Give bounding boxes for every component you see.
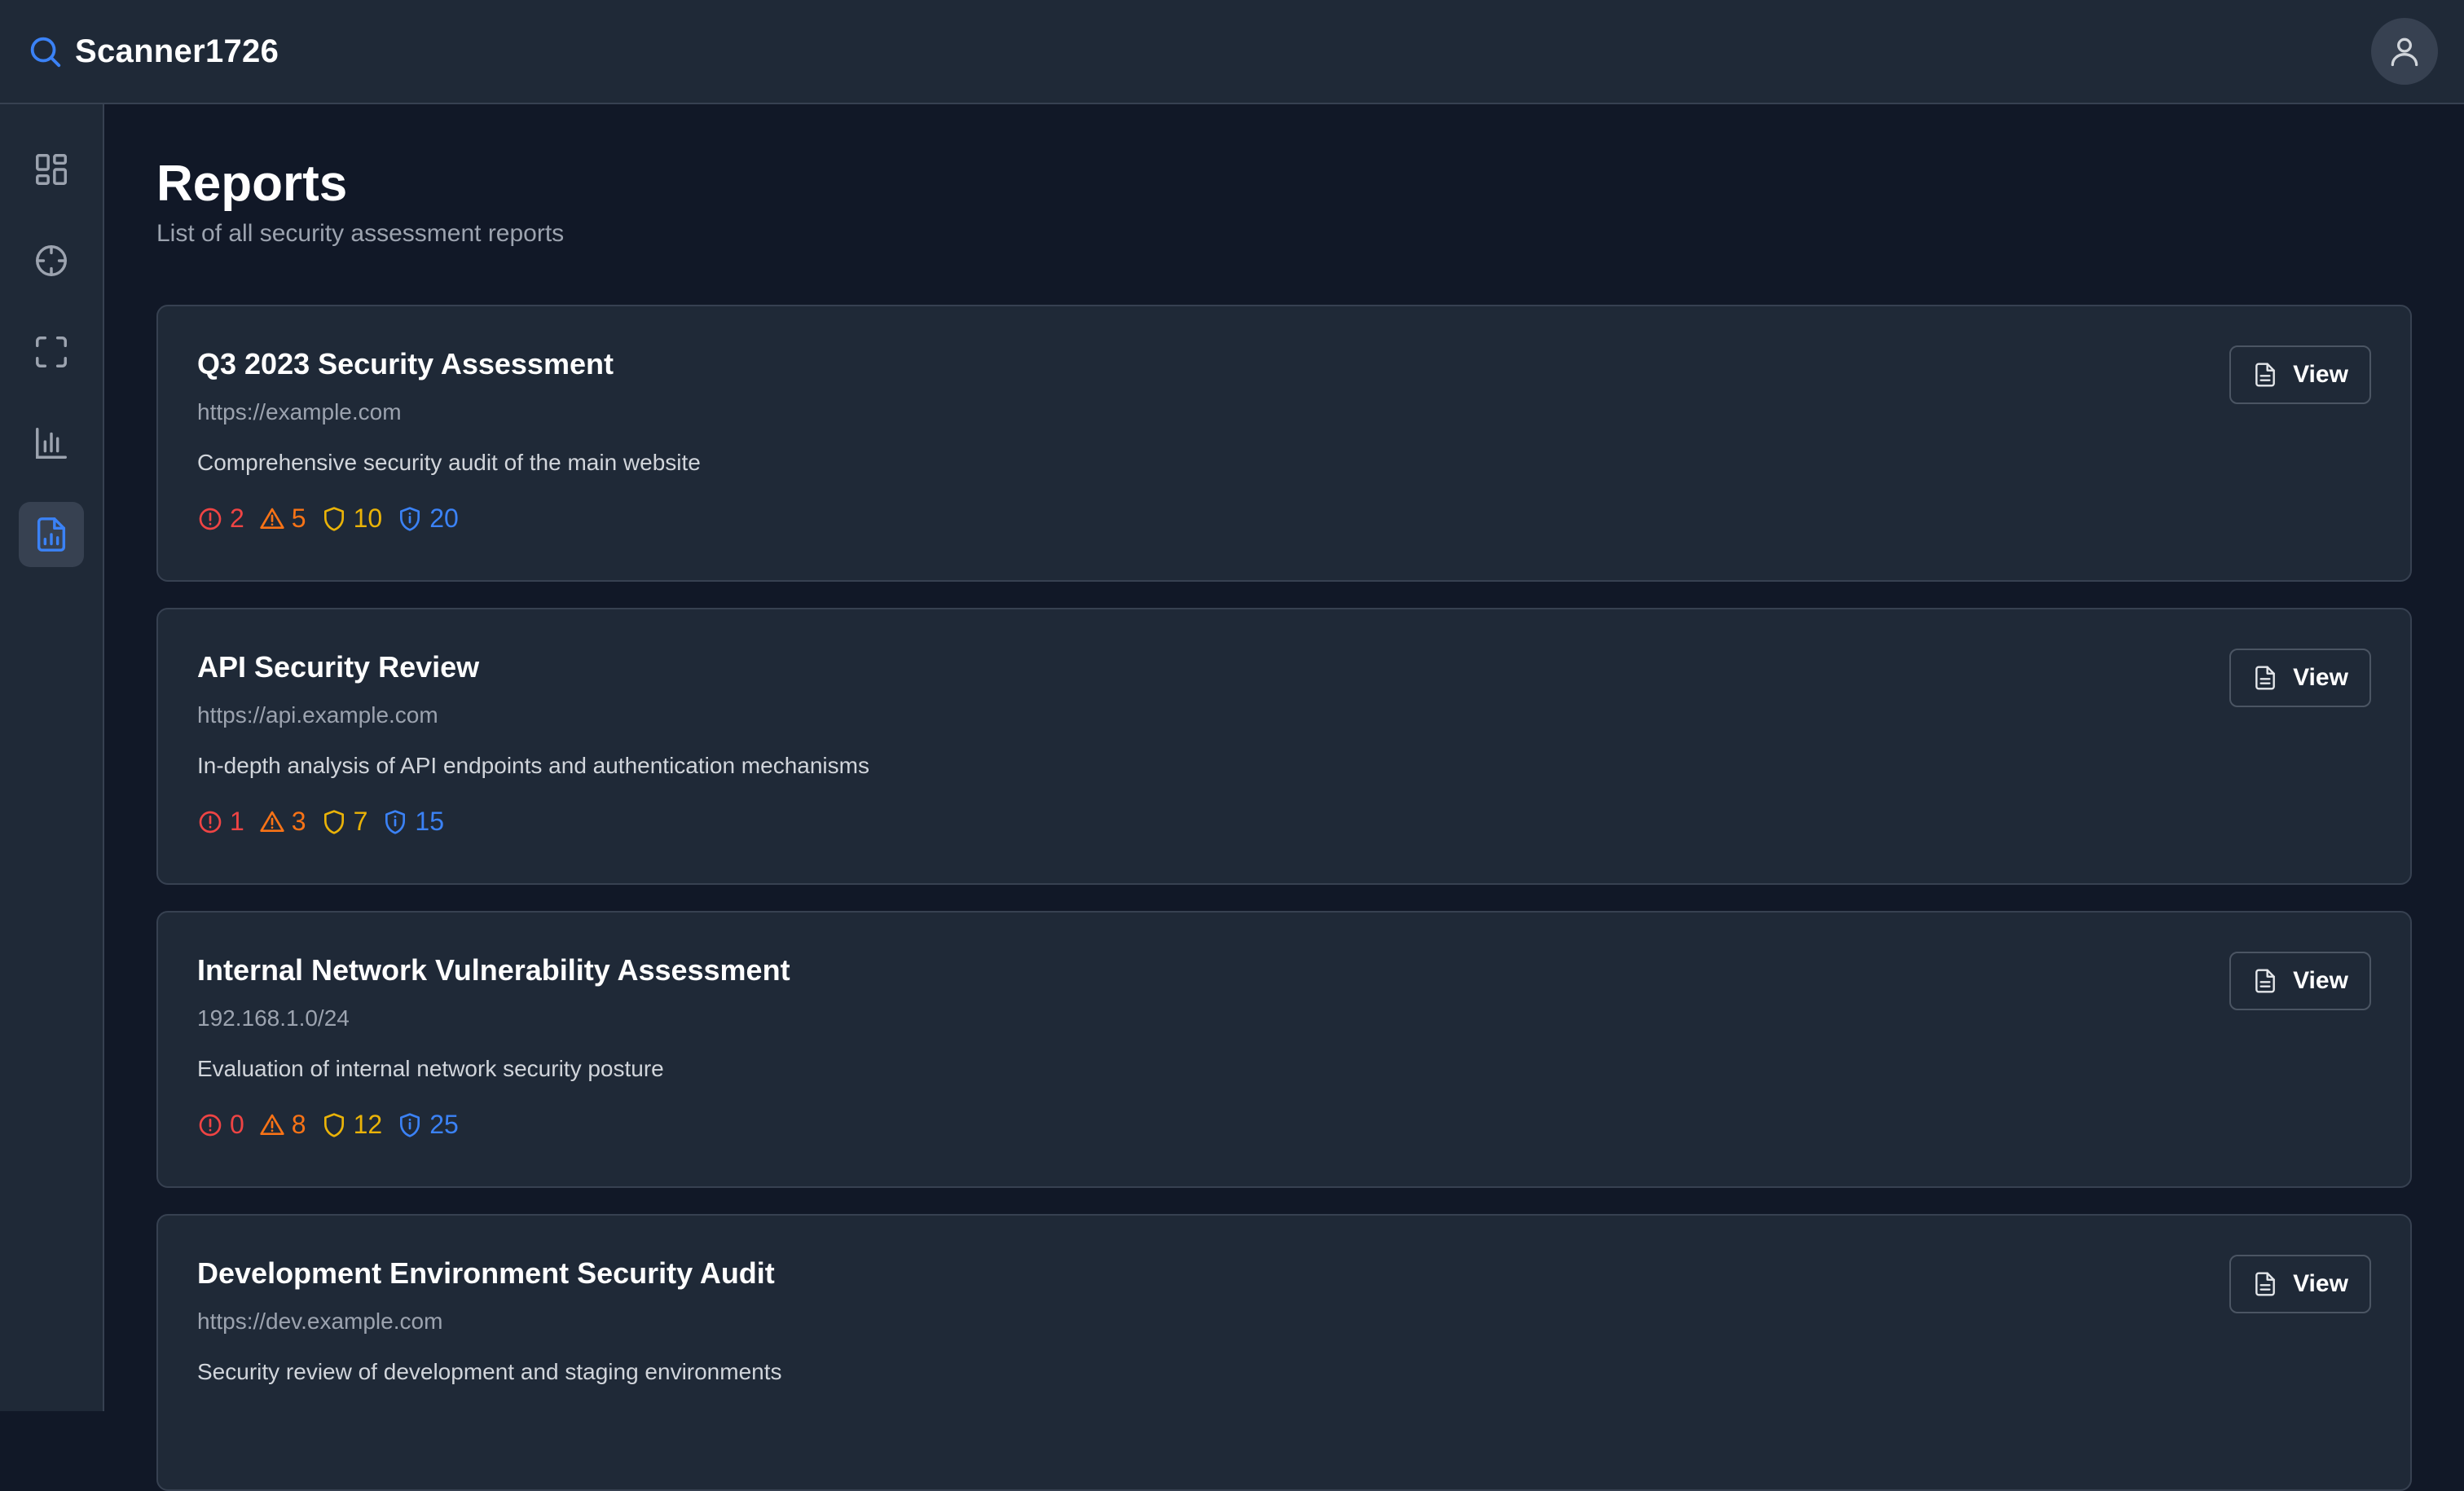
alert-circle-icon: [199, 508, 222, 530]
target-icon: [36, 245, 67, 276]
low-count: 15: [382, 807, 444, 837]
nav-targets[interactable]: [19, 228, 84, 293]
report-card: Q3 2023 Security Assessment https://exam…: [156, 305, 2412, 583]
report-card: Internal Network Vulnerability Assessmen…: [156, 911, 2412, 1189]
critical-count: 0: [197, 1110, 244, 1140]
warning-triangle-icon: [260, 1114, 284, 1135]
report-url: 192.168.1.0/24: [197, 1005, 350, 1031]
alert-circle-icon: [199, 811, 222, 833]
nav-scans[interactable]: [19, 319, 84, 385]
file-text-icon: [2255, 666, 2275, 690]
report-title: Q3 2023 Security Assessment: [197, 347, 614, 381]
severity-counts: 1 3 7 15: [197, 807, 2371, 837]
low-count-value: 15: [415, 807, 444, 837]
warning-triangle-icon: [260, 508, 284, 529]
shield-icon: [323, 1113, 344, 1137]
low-count-value: 20: [429, 504, 459, 534]
app-name: Scanner1726: [75, 33, 279, 69]
high-count: 8: [259, 1110, 306, 1140]
report-card: Development Environment Security Audit h…: [156, 1214, 2412, 1491]
medium-count-value: 12: [353, 1110, 383, 1140]
view-button-label: View: [2293, 361, 2348, 389]
shield-icon: [323, 810, 344, 834]
view-report-button[interactable]: View: [2229, 649, 2371, 708]
high-count: 3: [259, 807, 306, 837]
report-url: https://dev.example.com: [197, 1308, 443, 1335]
report-title: Development Environment Security Audit: [197, 1256, 775, 1291]
view-button-label: View: [2293, 967, 2348, 995]
report-description: Security review of development and stagi…: [197, 1359, 782, 1385]
critical-count-value: 2: [230, 504, 244, 534]
report-title: Internal Network Vulnerability Assessmen…: [197, 953, 790, 987]
shield-info-icon: [385, 810, 406, 834]
medium-count: 7: [321, 807, 368, 837]
reports-list: Q3 2023 Security Assessment https://exam…: [156, 305, 2412, 1491]
page-subtitle: List of all security assessment reports: [156, 220, 565, 248]
report-description: In-depth analysis of API endpoints and a…: [197, 753, 869, 779]
bar-chart-icon: [36, 428, 67, 459]
medium-count: 10: [321, 504, 383, 534]
low-count: 25: [397, 1110, 459, 1140]
search-icon: [26, 33, 64, 70]
report-card: API Security Review https://api.example.…: [156, 608, 2412, 886]
view-report-button[interactable]: View: [2229, 1255, 2371, 1314]
report-icon: [37, 517, 66, 552]
report-description: Comprehensive security audit of the main…: [197, 450, 701, 476]
medium-count-value: 10: [353, 504, 383, 534]
shield-info-icon: [400, 1113, 420, 1137]
main-content: Reports List of all security assessment …: [156, 104, 2412, 1491]
critical-count: 1: [197, 807, 244, 837]
nav-analytics[interactable]: [19, 411, 84, 476]
alert-circle-icon: [199, 1114, 222, 1137]
user-icon: [2391, 37, 2418, 67]
file-text-icon: [2255, 969, 2275, 993]
view-button-label: View: [2293, 1270, 2348, 1298]
nav-reports[interactable]: [19, 502, 84, 567]
brand[interactable]: Scanner1726: [26, 33, 279, 70]
critical-count: 2: [197, 504, 244, 534]
high-count-value: 5: [291, 504, 306, 534]
scan-icon: [36, 336, 67, 367]
warning-triangle-icon: [260, 811, 284, 832]
report-url: https://example.com: [197, 399, 402, 425]
severity-counts: 0 8 12 25: [197, 1110, 2371, 1140]
dashboard-icon: [36, 154, 67, 185]
shield-info-icon: [400, 507, 420, 531]
file-text-icon: [2255, 1272, 2275, 1296]
high-count-value: 8: [291, 1110, 306, 1140]
view-report-button[interactable]: View: [2229, 345, 2371, 405]
report-title: API Security Review: [197, 650, 480, 684]
critical-count-value: 1: [230, 807, 244, 837]
nav-dashboard[interactable]: [19, 137, 84, 202]
view-button-label: View: [2293, 664, 2348, 692]
file-text-icon: [2255, 363, 2275, 387]
report-url: https://api.example.com: [197, 702, 438, 728]
user-avatar-button[interactable]: [2371, 18, 2438, 85]
high-count: 5: [259, 504, 306, 534]
report-description: Evaluation of internal network security …: [197, 1056, 664, 1082]
sidebar: [0, 104, 104, 1411]
critical-count-value: 0: [230, 1110, 244, 1140]
severity-counts: 2 5 10 20: [197, 504, 2371, 534]
shield-icon: [323, 507, 344, 531]
low-count-value: 25: [429, 1110, 459, 1140]
low-count: 20: [397, 504, 459, 534]
page-title: Reports: [156, 156, 348, 212]
top-bar: Scanner1726: [0, 0, 2464, 104]
medium-count: 12: [321, 1110, 383, 1140]
high-count-value: 3: [291, 807, 306, 837]
medium-count-value: 7: [353, 807, 368, 837]
view-report-button[interactable]: View: [2229, 952, 2371, 1011]
